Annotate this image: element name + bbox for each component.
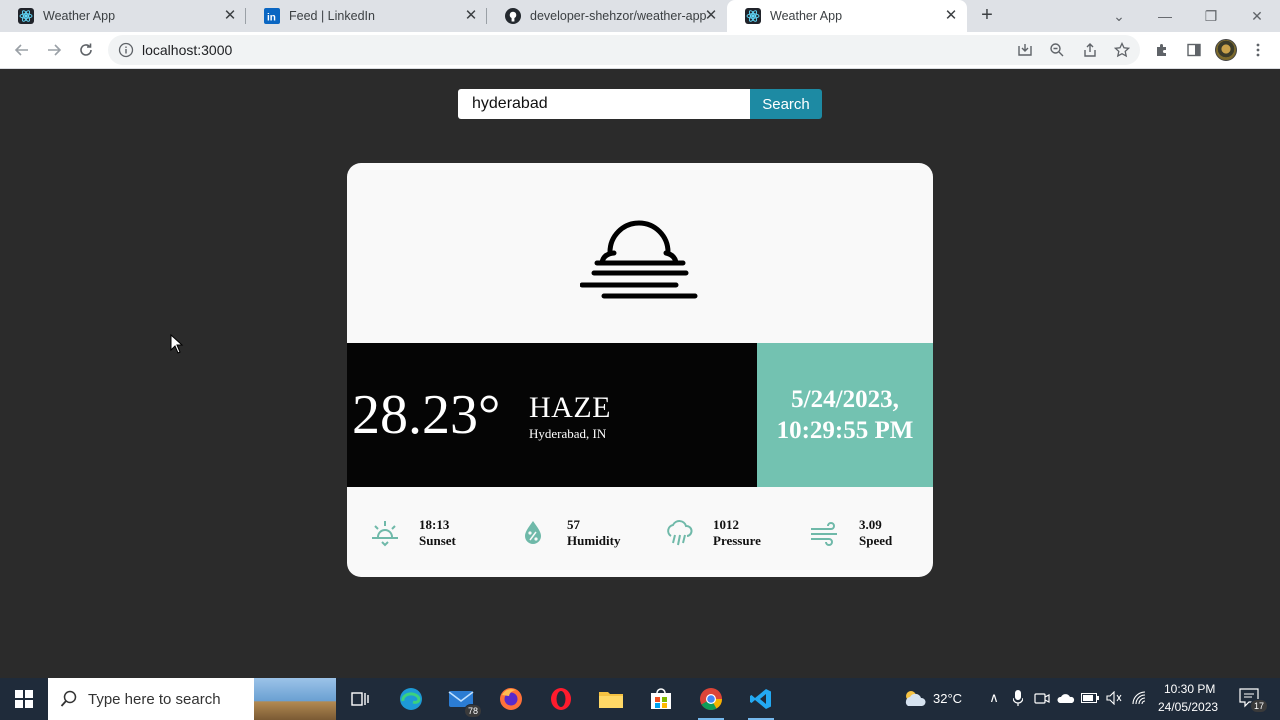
weather-card: 28.23° HAZE Hyderabad, IN 5/24/2023, 10:…: [347, 163, 933, 577]
wind-speed-label: Speed: [859, 533, 893, 548]
opera-icon[interactable]: [544, 682, 578, 716]
current-time: 10:29:55 PM: [776, 417, 914, 444]
pressure-value: 1012: [713, 517, 739, 532]
side-panel-icon[interactable]: [1182, 38, 1206, 62]
sunset-icon: [372, 521, 398, 547]
share-icon[interactable]: [1078, 38, 1102, 62]
tab-search-icon[interactable]: ⌄: [1096, 0, 1142, 32]
current-date: 5/24/2023,: [791, 386, 899, 413]
search-button[interactable]: Search: [750, 89, 822, 119]
back-icon[interactable]: [10, 38, 34, 62]
tab-label: developer-shehzor/weather-app: [530, 9, 707, 23]
address-bar[interactable]: localhost:3000: [108, 35, 1140, 65]
file-explorer-icon[interactable]: [594, 682, 628, 716]
close-tab-icon[interactable]: ✕: [703, 8, 719, 24]
close-tab-icon[interactable]: ✕: [463, 8, 479, 24]
tab-weather-app-active[interactable]: Weather App ✕: [727, 0, 967, 32]
forward-icon[interactable]: [42, 38, 66, 62]
notifications-icon[interactable]: 17: [1238, 687, 1268, 713]
humidity-label: Humidity: [567, 533, 621, 548]
browser-toolbar: localhost:3000: [0, 32, 1280, 69]
tab-label: Weather App: [770, 9, 843, 23]
edge-icon[interactable]: [394, 682, 428, 716]
weather-summary-band: 28.23° HAZE Hyderabad, IN 5/24/2023, 10:…: [347, 343, 933, 487]
github-icon: [505, 8, 521, 24]
haze-icon: [580, 220, 698, 299]
tab-label: Feed | LinkedIn: [289, 9, 375, 23]
sunset-label: Sunset: [419, 533, 456, 548]
site-info-icon[interactable]: [118, 42, 134, 58]
tab-label: Weather App: [43, 9, 116, 23]
taskbar-clock-time[interactable]: 10:30 PM: [1164, 682, 1215, 696]
taskbar-clock-date[interactable]: 24/05/2023: [1158, 700, 1218, 714]
react-icon: [18, 8, 34, 24]
extensions-icon[interactable]: [1150, 38, 1174, 62]
notification-count: 17: [1249, 699, 1268, 713]
wind-icon: [811, 522, 837, 546]
task-view-icon[interactable]: [343, 682, 377, 716]
datetime-panel: 5/24/2023, 10:29:55 PM: [757, 343, 933, 487]
react-icon: [745, 8, 761, 24]
wifi-icon[interactable]: [1130, 689, 1148, 707]
svg-text:in: in: [267, 13, 276, 24]
vscode-icon[interactable]: [744, 682, 778, 720]
camera-icon[interactable]: [1033, 689, 1051, 707]
onedrive-icon[interactable]: [1057, 689, 1075, 707]
close-tab-icon[interactable]: ✕: [222, 8, 238, 24]
mail-badge: 78: [463, 704, 482, 718]
humidity-icon: [525, 521, 541, 544]
city-search-input[interactable]: [458, 89, 750, 119]
pressure-label: Pressure: [713, 533, 761, 548]
close-window-button[interactable]: ✕: [1234, 0, 1280, 32]
search-icon: [60, 690, 77, 707]
mail-icon[interactable]: 78: [444, 682, 482, 718]
close-tab-icon[interactable]: ✕: [943, 8, 959, 24]
mouse-cursor-icon: [170, 334, 184, 354]
weather-cloud-icon[interactable]: [902, 687, 928, 709]
profile-avatar[interactable]: [1215, 39, 1237, 61]
volume-muted-icon[interactable]: [1105, 689, 1123, 707]
zoom-icon[interactable]: [1045, 38, 1069, 62]
chrome-icon[interactable]: [694, 682, 728, 720]
tab-weather-app-1[interactable]: Weather App ✕: [0, 0, 246, 32]
wind-speed-value: 3.09: [859, 517, 882, 532]
microphone-icon[interactable]: [1009, 689, 1027, 707]
taskbar-search-box[interactable]: Type here to search: [48, 678, 336, 720]
bookmark-star-icon[interactable]: [1110, 38, 1134, 62]
weather-stats: 18:13 Sunset 57 Humidity 1012 Pressure 3…: [347, 487, 933, 577]
chevron-up-icon[interactable]: ∧: [985, 689, 1003, 707]
store-icon[interactable]: [644, 682, 678, 716]
restore-button[interactable]: ❐: [1188, 0, 1234, 32]
linkedin-icon: in: [264, 8, 280, 24]
sunset-value: 18:13: [419, 517, 450, 532]
windows-taskbar: Type here to search 78 32°C ∧ 10:30 PM 2…: [0, 678, 1280, 720]
taskbar-search-placeholder: Type here to search: [88, 691, 221, 708]
weather-app-page: Search 28.23° HAZE Hyderabad, IN 5/24/20…: [0, 70, 1280, 678]
firefox-icon[interactable]: [494, 682, 528, 716]
battery-icon[interactable]: [1081, 689, 1099, 707]
install-icon[interactable]: [1013, 38, 1037, 62]
new-tab-button[interactable]: +: [976, 4, 998, 26]
url-text: localhost:3000: [142, 42, 233, 58]
minimize-button[interactable]: —: [1142, 0, 1188, 32]
humidity-value: 57: [567, 517, 580, 532]
weather-location: Hyderabad, IN: [529, 426, 607, 441]
pressure-icon: [667, 520, 693, 546]
tab-strip: Weather App ✕ in Feed | LinkedIn ✕ devel…: [0, 0, 1280, 32]
temperature-panel: 28.23° HAZE Hyderabad, IN: [347, 343, 757, 487]
temperature-value: 28.23°: [352, 384, 501, 446]
tab-github[interactable]: developer-shehzor/weather-app ✕: [487, 0, 727, 32]
tab-linkedin[interactable]: in Feed | LinkedIn ✕: [246, 0, 487, 32]
menu-icon[interactable]: [1246, 38, 1270, 62]
taskbar-weather-text[interactable]: 32°C: [933, 691, 962, 706]
windows-start-icon[interactable]: [0, 678, 48, 720]
reload-icon[interactable]: [74, 38, 98, 62]
search-highlight-image: [254, 678, 336, 720]
weather-condition: HAZE: [529, 391, 611, 424]
